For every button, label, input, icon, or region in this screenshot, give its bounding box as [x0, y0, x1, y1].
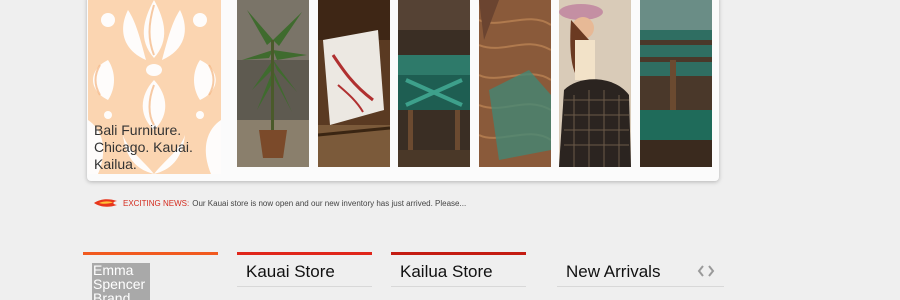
- column-title-text: Emma Spencer Brand: [92, 263, 150, 300]
- carousel-arrows: [697, 265, 715, 277]
- hero-tagline: Bali Furniture. Chicago. Kauai. Kailua.: [94, 122, 216, 173]
- gallery-photo-bench[interactable]: [640, 0, 712, 167]
- chevron-left-icon[interactable]: [697, 265, 705, 277]
- tagline-line: Chicago. Kauai.: [94, 139, 193, 155]
- column-accent-bar: [237, 252, 372, 255]
- divider: [557, 286, 724, 287]
- news-ticker: EXCITING NEWS: Our Kauai store is now op…: [94, 196, 466, 210]
- gallery-photo-plant[interactable]: [237, 0, 309, 167]
- column-accent-bar: [83, 252, 218, 255]
- column-kauai-store: Kauai Store: [237, 252, 372, 288]
- column-title-kailua[interactable]: Kailua Store: [400, 262, 493, 282]
- news-label: EXCITING NEWS:: [123, 198, 190, 208]
- chevron-right-icon[interactable]: [707, 265, 715, 277]
- tagline-line: Kailua.: [94, 156, 137, 172]
- column-title-kauai[interactable]: Kauai Store: [246, 262, 335, 282]
- tagline-line: Bali Furniture.: [94, 122, 182, 138]
- column-accent-bar: [391, 252, 526, 255]
- gallery-photo-model-chair[interactable]: [559, 0, 631, 167]
- hero-banner: Bali Furniture. Chicago. Kauai. Kailua.: [87, 0, 719, 181]
- column-title-emma[interactable]: Emma Spencer Brand: [92, 263, 150, 300]
- news-text[interactable]: Our Kauai store is now open and our new …: [192, 199, 466, 208]
- gallery-photo-pillow[interactable]: [318, 0, 390, 167]
- flame-icon: [94, 199, 117, 207]
- divider: [237, 286, 372, 287]
- gallery-photo-teal-table[interactable]: [398, 0, 470, 167]
- column-title-arrivals[interactable]: New Arrivals: [566, 262, 660, 282]
- column-kailua-store: Kailua Store: [391, 252, 526, 288]
- gallery-photo-wood-grain[interactable]: [479, 0, 551, 167]
- divider: [391, 286, 526, 287]
